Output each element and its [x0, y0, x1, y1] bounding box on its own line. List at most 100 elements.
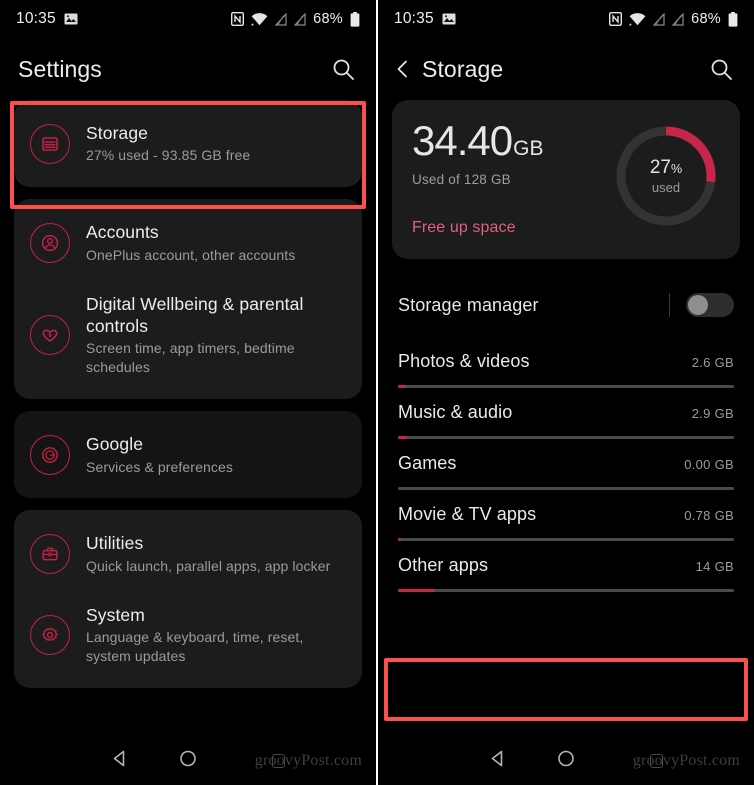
circle-home-icon[interactable]	[178, 749, 198, 774]
category-size: 2.9 GB	[691, 406, 734, 421]
row-title: Utilities	[86, 533, 144, 554]
storage-usage-ring: 27% used	[612, 122, 720, 230]
storage-icon	[30, 123, 70, 164]
category-progress-bar	[398, 589, 734, 592]
sidebar-item-utilities[interactable]: Utilities Quick launch, parallel apps, a…	[14, 518, 362, 589]
right-phone-storage-screen: 10:35 68% Storage 34.40GB Used of 128 GB…	[378, 0, 754, 785]
storage-manager-toggle[interactable]	[686, 293, 734, 317]
nfc-icon	[231, 11, 245, 27]
storage-category-list: Photos & videos 2.6 GB Music & audio 2.9…	[392, 337, 740, 592]
status-bar-right: 68%	[231, 11, 360, 27]
sidebar-item-digital-wellbeing[interactable]: Digital Wellbeing & parental controls Sc…	[14, 279, 362, 392]
category-progress-fill	[398, 538, 401, 541]
row-text: Google Services & preferences	[86, 433, 346, 476]
category-progress-bar	[398, 487, 734, 490]
photo-icon	[64, 13, 78, 25]
free-up-space-link[interactable]: Free up space	[412, 219, 612, 237]
category-head: Photos & videos 2.6 GB	[398, 351, 734, 372]
row-title: Google	[86, 434, 144, 455]
row-text: Storage 27% used - 93.85 GB free	[86, 122, 346, 165]
battery-icon	[350, 11, 360, 27]
row-title: System	[86, 604, 145, 625]
search-icon[interactable]	[706, 54, 736, 84]
category-name: Other apps	[398, 555, 489, 575]
search-icon[interactable]	[328, 54, 358, 84]
google-icon	[30, 434, 70, 475]
row-text: System Language & keyboard, time, reset,…	[86, 604, 346, 666]
storage-category-games[interactable]: Games 0.00 GB	[398, 439, 734, 490]
category-progress-bar	[398, 385, 734, 388]
dual-phone-screenshot: 10:35 68% Settings Storage 27% used - 93…	[0, 0, 754, 785]
nfc-icon	[609, 11, 623, 27]
triangle-back-icon[interactable]	[488, 749, 508, 774]
toggle-knob	[688, 295, 708, 315]
battery-percent-label: 68%	[691, 11, 721, 27]
highlight-box-other-apps	[384, 658, 748, 721]
category-name: Games	[398, 453, 457, 473]
storage-manager-row[interactable]: Storage manager	[392, 267, 740, 337]
watermark-right: groovyPost.com	[633, 752, 740, 770]
triangle-back-icon[interactable]	[110, 749, 130, 774]
storage-category-movie-tv-apps[interactable]: Movie & TV apps 0.78 GB	[398, 490, 734, 541]
page-title: Settings	[18, 55, 102, 82]
storage-used-value: 34.40GB	[412, 120, 612, 162]
signal-off-icon	[652, 11, 665, 26]
sidebar-item-storage[interactable]: Storage 27% used - 93.85 GB free	[14, 108, 362, 179]
left-phone-settings-screen: 10:35 68% Settings Storage 27% used - 93…	[0, 0, 376, 785]
storage-manager-label: Storage manager	[398, 294, 539, 315]
settings-card-utilities-system: Utilities Quick launch, parallel apps, a…	[14, 510, 362, 688]
category-head: Music & audio 2.9 GB	[398, 402, 734, 423]
category-head: Games 0.00 GB	[398, 453, 734, 474]
sidebar-item-system[interactable]: System Language & keyboard, time, reset,…	[14, 590, 362, 680]
category-head: Other apps 14 GB	[398, 555, 734, 576]
chevron-left-icon[interactable]	[390, 56, 416, 82]
ring-percent: 27%	[650, 157, 682, 179]
settings-card-accounts-wellbeing: Accounts OnePlus account, other accounts…	[14, 199, 362, 400]
row-title: Digital Wellbeing & parental controls	[86, 293, 304, 336]
sidebar-item-google[interactable]: Google Services & preferences	[14, 419, 362, 490]
settings-app-bar: Settings	[0, 38, 376, 100]
storage-capacity-label: Used of 128 GB	[412, 172, 511, 187]
category-size: 0.78 GB	[684, 508, 734, 523]
status-time: 10:35	[16, 10, 56, 27]
storage-category-other-apps[interactable]: Other apps 14 GB	[398, 541, 734, 592]
row-subtitle: 27% used - 93.85 GB free	[86, 147, 251, 164]
heart-wellbeing-icon	[30, 314, 70, 355]
signal-off-icon-2	[671, 11, 684, 26]
account-icon	[30, 222, 70, 263]
row-text: Utilities Quick launch, parallel apps, a…	[86, 532, 346, 575]
watermark-logo-icon	[649, 754, 663, 768]
circle-home-icon[interactable]	[556, 749, 576, 774]
storage-content: 34.40GB Used of 128 GB Free up space 27%	[378, 100, 754, 592]
ring-percent-number: 27	[649, 157, 671, 178]
ring-caption: used	[651, 180, 681, 195]
signal-off-icon-2	[293, 11, 306, 26]
row-text: Digital Wellbeing & parental controls Sc…	[86, 293, 346, 378]
sidebar-item-accounts[interactable]: Accounts OnePlus account, other accounts	[14, 207, 362, 278]
category-progress-fill	[398, 385, 407, 388]
settings-list: Storage 27% used - 93.85 GB free Account…	[0, 100, 376, 688]
watermark-left: groovyPost.com	[255, 752, 362, 770]
category-size: 2.6 GB	[691, 355, 734, 370]
status-time: 10:35	[394, 10, 434, 27]
status-bar-left: 10:35	[16, 10, 78, 28]
category-progress-bar	[398, 436, 734, 439]
signal-off-icon	[274, 11, 287, 26]
gear-icon	[30, 614, 70, 655]
storage-category-photos-videos[interactable]: Photos & videos 2.6 GB	[398, 337, 734, 388]
row-subtitle: Quick launch, parallel apps, app locker	[86, 557, 331, 574]
category-name: Music & audio	[398, 402, 513, 422]
category-name: Photos & videos	[398, 351, 530, 371]
category-progress-fill	[398, 436, 408, 439]
row-subtitle: OnePlus account, other accounts	[86, 246, 296, 263]
ring-center-label: 27% used	[612, 122, 720, 230]
row-subtitle: Screen time, app timers, bedtime schedul…	[86, 340, 295, 376]
category-progress-fill	[398, 589, 435, 592]
settings-card-storage: Storage 27% used - 93.85 GB free	[14, 100, 362, 188]
row-title: Accounts	[86, 222, 159, 243]
navigation-bar: groovyPost.com	[0, 737, 376, 785]
ring-percent-symbol: %	[671, 162, 683, 176]
category-head: Movie & TV apps 0.78 GB	[398, 504, 734, 525]
storage-category-music-audio[interactable]: Music & audio 2.9 GB	[398, 388, 734, 439]
battery-percent-label: 68%	[313, 11, 343, 27]
